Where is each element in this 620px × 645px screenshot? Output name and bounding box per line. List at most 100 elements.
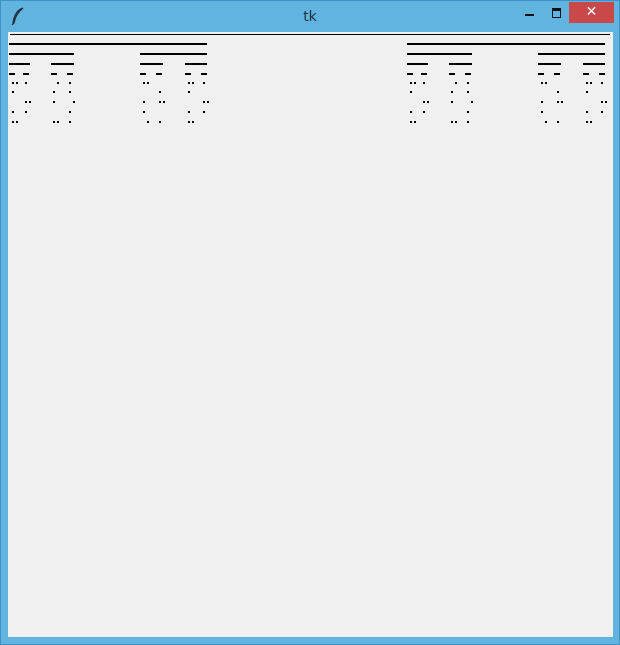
tree-leaf-mark	[25, 111, 27, 113]
tree-branch-line	[140, 63, 163, 65]
tree-branch-line	[407, 43, 605, 45]
tree-leaf-mark	[414, 121, 416, 123]
tree-branch-line	[554, 73, 560, 75]
tree-leaf-mark	[25, 101, 27, 103]
tree-leaf-mark	[541, 82, 543, 84]
tree-branch-line	[407, 73, 413, 75]
tree-leaf-mark	[53, 101, 55, 103]
tree-leaf-mark	[188, 82, 190, 84]
tree-leaf-mark	[601, 111, 603, 113]
tree-leaf-mark	[159, 121, 161, 123]
tree-leaf-mark	[203, 111, 205, 113]
tree-leaf-mark	[605, 101, 607, 103]
tree-branch-line	[140, 53, 207, 55]
tree-leaf-mark	[410, 82, 412, 84]
tree-branch-line	[156, 73, 162, 75]
tree-branch-line	[9, 63, 30, 65]
tree-leaf-mark	[414, 82, 416, 84]
tree-leaf-mark	[427, 101, 429, 103]
tree-leaf-mark	[143, 101, 145, 103]
tree-leaf-mark	[467, 121, 469, 123]
tree-branch-line	[51, 63, 74, 65]
tree-leaf-mark	[69, 111, 71, 113]
tree-branch-line	[9, 73, 15, 75]
tree-branch-line	[51, 73, 57, 75]
tree-leaf-mark	[57, 121, 59, 123]
tree-branch-line	[407, 63, 428, 65]
tree-leaf-mark	[12, 111, 14, 113]
tree-leaf-mark	[192, 121, 194, 123]
tree-leaf-mark	[25, 82, 27, 84]
tree-leaf-mark	[451, 121, 453, 123]
tree-leaf-mark	[455, 121, 457, 123]
divider-line	[10, 34, 610, 35]
tree-leaf-mark	[12, 91, 14, 93]
title-bar[interactable]: tk ✕	[1, 1, 619, 32]
tree-branch-line	[185, 63, 207, 65]
close-button[interactable]: ✕	[569, 2, 614, 23]
minimize-button[interactable]	[517, 2, 543, 23]
tree-leaf-mark	[188, 91, 190, 93]
tree-leaf-mark	[541, 101, 543, 103]
tree-leaf-mark	[423, 101, 425, 103]
tree-branch-line	[407, 53, 472, 55]
tree-leaf-mark	[29, 101, 31, 103]
tree-leaf-mark	[188, 121, 190, 123]
tree-leaf-mark	[586, 91, 588, 93]
tree-leaf-mark	[203, 101, 205, 103]
tree-leaf-mark	[143, 82, 145, 84]
tree-leaf-mark	[590, 82, 592, 84]
tree-leaf-mark	[69, 91, 71, 93]
tree-leaf-mark	[557, 91, 559, 93]
tree-leaf-mark	[53, 121, 55, 123]
tree-leaf-mark	[423, 111, 425, 113]
tree-leaf-mark	[423, 82, 425, 84]
tree-leaf-mark	[557, 101, 559, 103]
tree-leaf-mark	[586, 82, 588, 84]
tree-branch-line	[421, 73, 427, 75]
tree-branch-line	[538, 73, 544, 75]
tree-leaf-mark	[53, 91, 55, 93]
tree-branch-line	[583, 73, 589, 75]
tree-leaf-mark	[159, 91, 161, 93]
maximize-button[interactable]	[544, 2, 570, 23]
tree-leaf-mark	[12, 121, 14, 123]
tree-leaf-mark	[586, 111, 588, 113]
tree-leaf-mark	[410, 91, 412, 93]
tree-leaf-mark	[545, 82, 547, 84]
tree-leaf-mark	[410, 121, 412, 123]
tree-leaf-mark	[188, 111, 190, 113]
tree-leaf-mark	[147, 121, 149, 123]
tree-leaf-mark	[471, 101, 473, 103]
tree-branch-line	[538, 63, 561, 65]
tree-leaf-mark	[545, 121, 547, 123]
tree-leaf-mark	[590, 121, 592, 123]
tree-leaf-mark	[601, 82, 603, 84]
tree-leaf-mark	[147, 82, 149, 84]
app-window: tk ✕	[0, 0, 620, 645]
tree-leaf-mark	[561, 101, 563, 103]
tree-leaf-mark	[586, 121, 588, 123]
canvas-area[interactable]	[8, 32, 613, 637]
close-icon: ✕	[585, 4, 598, 20]
tree-leaf-mark	[163, 101, 165, 103]
tree-leaf-mark	[69, 121, 71, 123]
tree-leaf-mark	[451, 101, 453, 103]
tree-leaf-mark	[557, 121, 559, 123]
tree-branch-line	[449, 63, 472, 65]
tree-leaf-mark	[467, 111, 469, 113]
tree-branch-line	[465, 73, 471, 75]
tree-branch-line	[449, 73, 455, 75]
tree-branch-line	[185, 73, 191, 75]
tree-leaf-mark	[143, 111, 145, 113]
tree-leaf-mark	[541, 111, 543, 113]
tree-leaf-mark	[203, 82, 205, 84]
tree-leaf-mark	[16, 121, 18, 123]
tree-leaf-mark	[192, 82, 194, 84]
tree-branch-line	[599, 73, 605, 75]
tree-branch-line	[23, 73, 29, 75]
tree-leaf-mark	[207, 101, 209, 103]
tree-leaf-mark	[410, 111, 412, 113]
tree-branch-line	[583, 63, 605, 65]
tree-leaf-mark	[601, 101, 603, 103]
